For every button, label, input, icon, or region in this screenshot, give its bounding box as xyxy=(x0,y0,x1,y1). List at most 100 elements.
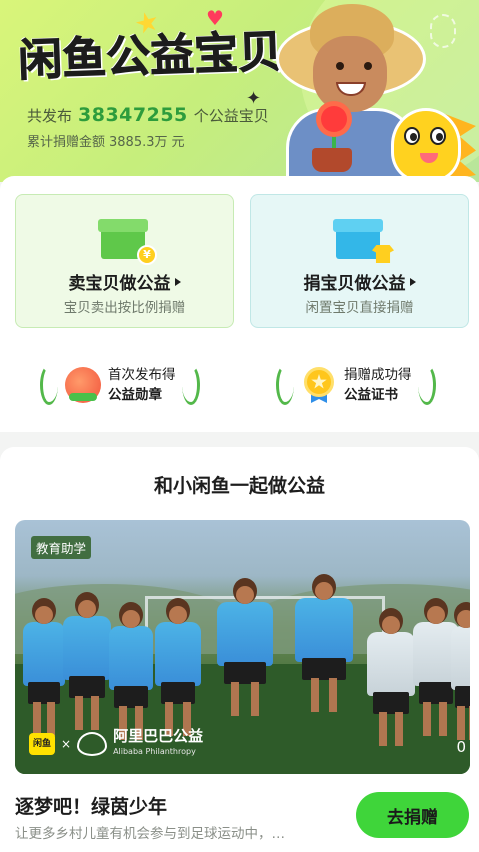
project-photo[interactable]: 教育助学 闲鱼 × 阿里巴巴公益 Alibaba Philanthropy 0 xyxy=(15,520,470,774)
player-jersey xyxy=(23,622,65,686)
player-shorts xyxy=(372,692,410,714)
partner-name-en: Alibaba Philanthropy xyxy=(113,747,196,756)
child-eye-right xyxy=(364,62,372,70)
player-leg xyxy=(395,712,403,746)
mascot-mouth xyxy=(420,153,438,163)
player-leg xyxy=(457,706,465,740)
laurel-left-icon xyxy=(40,365,58,405)
player-leg xyxy=(231,682,239,716)
donate-box-body xyxy=(336,229,380,259)
player-shorts xyxy=(301,658,347,680)
charity-medal-icon xyxy=(65,367,101,403)
flower-stem xyxy=(332,130,336,150)
sell-option-title: 卖宝贝做公益 xyxy=(68,274,171,294)
project-category-tag: 教育助学 xyxy=(31,536,92,559)
doodle-decoration-icon xyxy=(430,14,456,48)
arrow-right-icon xyxy=(409,277,416,286)
player-figure xyxy=(23,598,65,738)
player-figure xyxy=(367,608,415,746)
player-figure xyxy=(109,602,153,740)
player-jersey xyxy=(367,632,415,696)
sell-box-lid xyxy=(98,219,148,232)
player-face xyxy=(315,582,333,600)
coin-icon: ¥ xyxy=(137,245,157,265)
player-face xyxy=(457,610,470,628)
arrow-right-icon xyxy=(174,277,181,286)
player-leg xyxy=(469,706,470,740)
player-shorts xyxy=(28,682,60,704)
player-figure xyxy=(63,592,111,738)
player-shorts xyxy=(223,662,267,684)
player-leg xyxy=(311,678,319,712)
donation-unit: 元 xyxy=(171,135,185,150)
fish-mascot-icon xyxy=(391,108,461,182)
player-jersey xyxy=(109,626,153,690)
published-stat: 共发布 38347255 个公益宝贝 xyxy=(27,104,269,126)
player-shorts xyxy=(418,682,454,704)
laurel-left-icon xyxy=(276,365,294,405)
award-line2: 公益证书 xyxy=(344,387,398,403)
child-eye-left xyxy=(336,62,344,70)
donate-item-option[interactable]: 捐宝贝做公益 闲置宝贝直接捐赠 xyxy=(250,194,469,328)
alibaba-philanthropy-logo-icon xyxy=(77,732,108,756)
published-suffix: 个公益宝贝 xyxy=(193,107,269,125)
player-leg xyxy=(91,696,99,730)
player-face xyxy=(122,610,140,628)
donate-box-lid xyxy=(333,219,383,232)
player-face xyxy=(169,606,187,624)
photo-corner-digit: 0 xyxy=(456,738,466,756)
donation-options-card: ¥ 卖宝贝做公益 宝贝卖出按比例捐赠 捐宝贝做公益 闲置宝贝直接捐赠 首次发布得… xyxy=(0,176,479,432)
player-leg xyxy=(329,678,337,712)
xianyu-logo: 闲鱼 xyxy=(29,733,55,755)
player-figure xyxy=(451,602,470,740)
hero-banner: ♥ 闲鱼公益宝贝 ✦ 共发布 38347255 个公益宝贝 累计捐赠金额 388… xyxy=(0,0,479,182)
donate-box-icon xyxy=(333,219,394,263)
certificate-medal-icon xyxy=(301,367,337,403)
player-shorts xyxy=(160,682,196,704)
mascot-eye-right xyxy=(430,127,446,145)
donate-button[interactable]: 去捐赠 xyxy=(356,792,469,838)
laurel-right-icon xyxy=(417,365,436,405)
player-face xyxy=(236,586,254,604)
laurel-right-icon xyxy=(181,365,200,405)
sell-for-charity-option[interactable]: ¥ 卖宝贝做公益 宝贝卖出按比例捐赠 xyxy=(15,194,234,328)
partner-name-zh: 阿里巴巴公益 xyxy=(113,727,204,745)
player-leg xyxy=(439,702,447,736)
project-title[interactable]: 逐梦吧！绿茵少年 xyxy=(15,792,167,819)
first-publish-award-text: 首次发布得 公益勋章 xyxy=(108,365,176,405)
player-face xyxy=(382,616,400,634)
award-line1: 捐赠成功得 xyxy=(344,367,412,383)
player-face xyxy=(78,600,96,618)
player-jersey xyxy=(217,602,273,666)
charity-projects-card: 和小闲鱼一起做公益 教育助学 闲鱼 × 阿里巴巴公益 Alibaba Phila… xyxy=(0,447,479,852)
player-face xyxy=(35,606,53,624)
sell-option-subtitle: 宝贝卖出按比例捐赠 xyxy=(63,300,186,316)
player-shorts xyxy=(114,686,148,708)
partner-logos: 闲鱼 × 阿里巴巴公益 Alibaba Philanthropy xyxy=(29,728,203,760)
donation-amount: 3885.3万 xyxy=(109,135,168,150)
first-publish-award: 首次发布得 公益勋章 xyxy=(40,362,200,408)
sell-box-icon: ¥ xyxy=(98,219,157,265)
player-figure xyxy=(155,598,201,738)
alibaba-philanthropy-name: 阿里巴巴公益 Alibaba Philanthropy xyxy=(113,728,203,760)
award-line1: 首次发布得 xyxy=(108,367,176,383)
award-line2: 公益勋章 xyxy=(108,387,162,403)
donation-success-award-text: 捐赠成功得 公益证书 xyxy=(344,365,412,405)
player-shorts xyxy=(454,686,470,708)
donate-option-title: 捐宝贝做公益 xyxy=(303,274,406,294)
sell-option-title-row: 卖宝贝做公益 xyxy=(16,269,233,294)
mascot-eye-left xyxy=(404,127,420,145)
hero-title: 闲鱼公益宝贝 xyxy=(17,26,284,87)
player-jersey xyxy=(451,626,470,690)
player-jersey xyxy=(63,616,111,680)
player-figure xyxy=(217,578,273,738)
player-leg xyxy=(75,696,83,730)
donation-label: 累计捐赠金额 xyxy=(27,135,106,150)
player-face xyxy=(427,606,445,624)
donation-success-award: 捐赠成功得 公益证书 xyxy=(276,362,436,408)
donate-option-subtitle: 闲置宝贝直接捐赠 xyxy=(305,300,414,316)
flower-pot xyxy=(312,148,352,172)
player-leg xyxy=(423,702,431,736)
player-jersey xyxy=(155,622,201,686)
flower-icon xyxy=(321,106,347,132)
